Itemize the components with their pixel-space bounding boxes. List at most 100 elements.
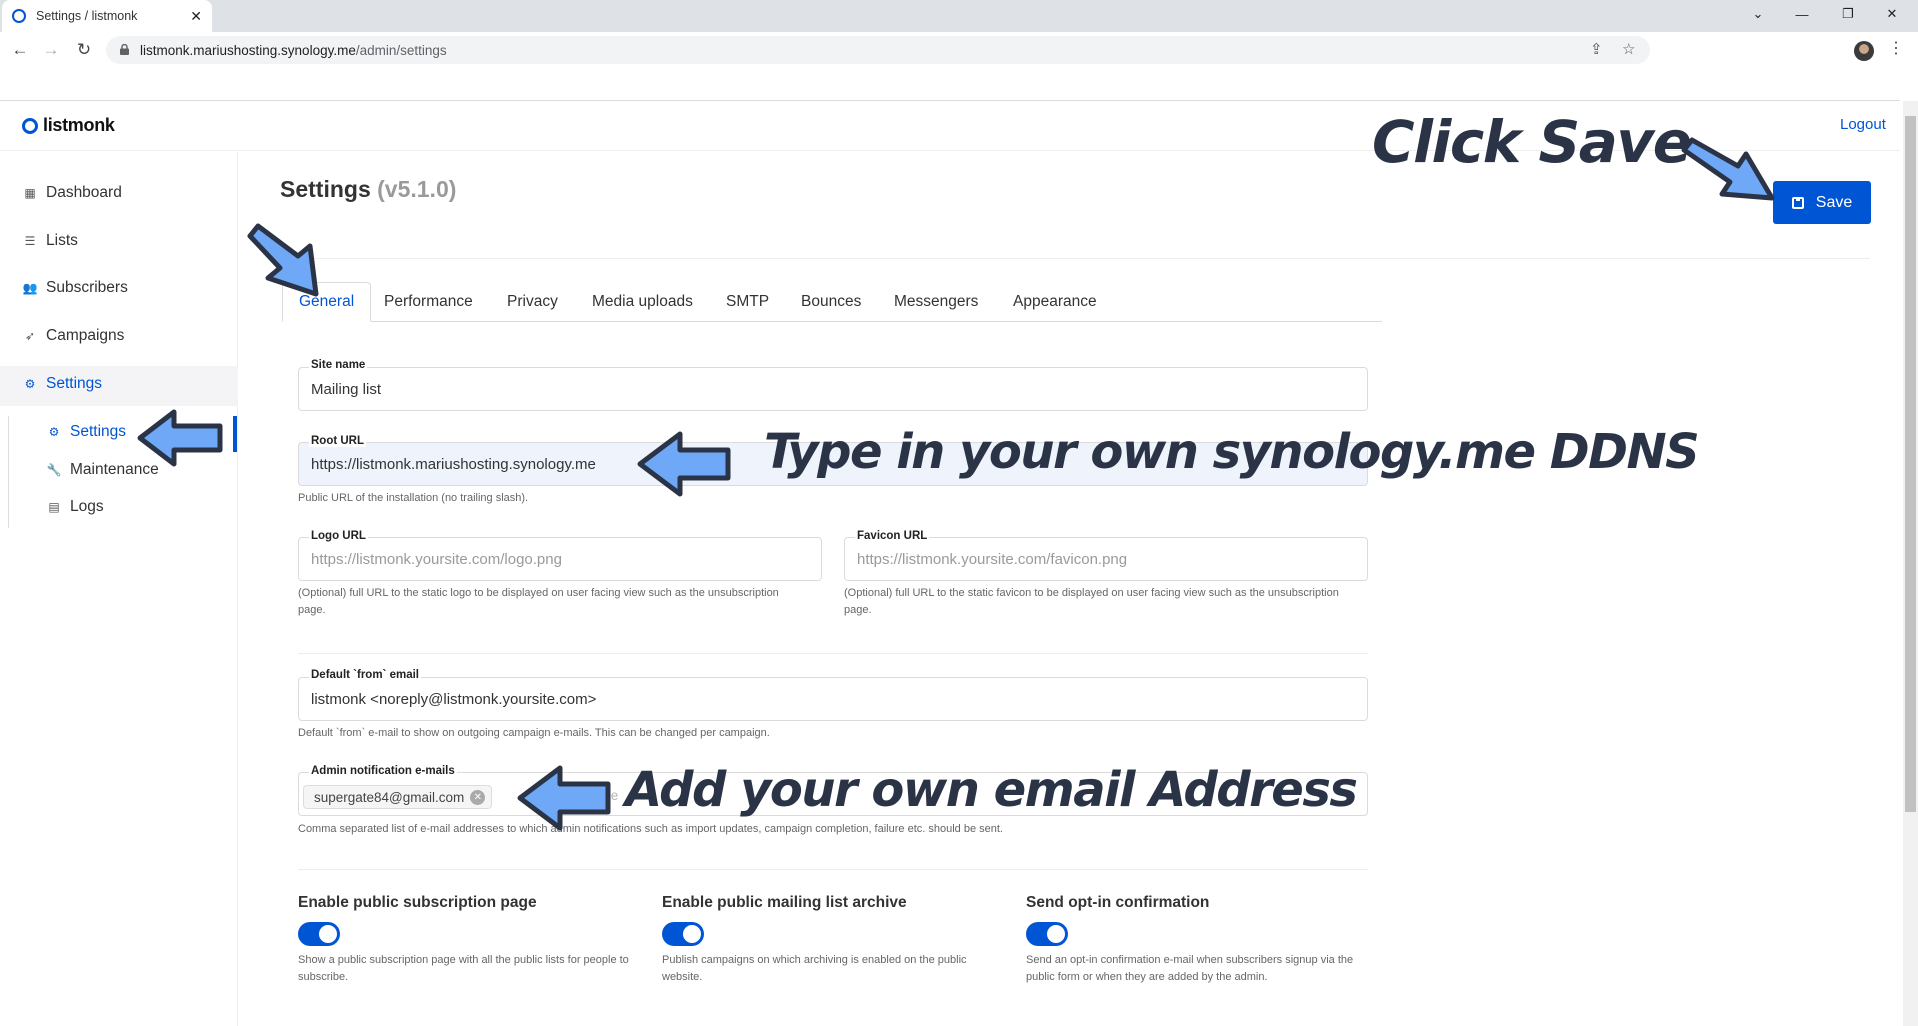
save-button[interactable]: Save	[1773, 181, 1871, 224]
section-divider	[298, 869, 1368, 870]
tab-performance[interactable]: Performance	[368, 282, 489, 322]
favicon-url-input[interactable]: https://listmonk.yoursite.com/favicon.pn…	[844, 537, 1368, 581]
scrollbar-thumb[interactable]	[1905, 116, 1916, 812]
tab-privacy[interactable]: Privacy	[491, 282, 574, 322]
browser-toolbar: ← → ↻ listmonk.mariushosting.synology.me…	[0, 32, 1918, 68]
email-tag-text: supergate84@gmail.com	[314, 789, 465, 805]
admin-emails-help: Comma separated list of e-mail addresses…	[298, 823, 1003, 835]
close-window-icon[interactable]: ✕	[1872, 0, 1912, 28]
browser-tab[interactable]: Settings / listmonk ✕	[2, 0, 212, 32]
sidebar-item-label: Campaigns	[46, 327, 125, 344]
minimize-icon[interactable]: —	[1782, 0, 1822, 28]
share-icon[interactable]: ⇪	[1590, 40, 1603, 58]
logs-icon: ▤	[48, 500, 60, 514]
header-divider	[280, 258, 1870, 259]
sidebar-subitem-settings[interactable]: ⚙ Settings	[46, 423, 126, 441]
section-divider	[298, 653, 1368, 654]
users-icon: 👥	[22, 281, 38, 295]
sidebar-subitem-logs[interactable]: ▤ Logs	[46, 498, 104, 516]
remove-tag-icon[interactable]: ✕	[470, 789, 486, 805]
logout-link[interactable]: Logout	[1840, 116, 1886, 133]
version-label: (v5.1.0)	[377, 176, 457, 202]
settings-tabs: General Performance Privacy Media upload…	[282, 282, 1382, 322]
tab-messengers[interactable]: Messengers	[878, 282, 994, 322]
chevron-down-icon[interactable]: ⌄	[1738, 0, 1778, 28]
logo-ring-icon	[22, 117, 38, 134]
from-email-help: Default `from` e-mail to show on outgoin…	[298, 727, 770, 739]
sidebar-item-label: Lists	[46, 232, 78, 249]
sidebar-item-dashboard[interactable]: ▦ Dashboard	[22, 184, 122, 202]
optin-confirmation-help: Send an opt-in confirmation e-mail when …	[1026, 954, 1354, 983]
save-button-label: Save	[1815, 193, 1853, 211]
email-tag: supergate84@gmail.com ✕	[303, 785, 493, 809]
wrench-icon: 🔧	[46, 463, 62, 477]
star-icon[interactable]: ☆	[1622, 40, 1635, 58]
reload-icon[interactable]: ↻	[72, 38, 96, 62]
public-archive-title: Enable public mailing list archive	[662, 894, 907, 911]
floppy-disk-icon	[1791, 196, 1804, 209]
root-url-help: Public URL of the installation (no trail…	[298, 492, 529, 504]
favicon-url-label: Favicon URL	[855, 530, 930, 542]
logo-url-input[interactable]: https://listmonk.yoursite.com/logo.png	[298, 537, 822, 581]
admin-emails-label: Admin notification e-mails	[309, 765, 457, 777]
root-url-label: Root URL	[309, 435, 367, 447]
sidebar-item-lists[interactable]: ☰ Lists	[22, 232, 78, 250]
browser-tabstrip: Settings / listmonk ✕ ⌄ — ❐ ✕	[0, 0, 1918, 32]
sidebar-item-campaigns[interactable]: ➶ Campaigns	[22, 327, 124, 345]
listmonk-favicon-icon	[12, 9, 26, 23]
sidebar-item-subscribers[interactable]: 👥 Subscribers	[22, 279, 128, 297]
from-email-input[interactable]: listmonk <noreply@listmonk.yoursite.com>	[298, 677, 1368, 721]
forward-icon[interactable]: →	[39, 38, 63, 62]
annotation-type-ddns: Type in your own synology.me DDNS	[764, 424, 1700, 480]
profile-avatar[interactable]	[1854, 41, 1874, 61]
restore-icon[interactable]: ❐	[1828, 0, 1868, 28]
url-path: /admin/settings	[355, 42, 447, 58]
dashboard-icon: ▦	[24, 186, 36, 200]
logo-url-help: (Optional) full URL to the static logo t…	[298, 587, 779, 616]
site-name-input[interactable]: Mailing list	[298, 367, 1368, 411]
annotation-click-save: Click Save	[1372, 108, 1692, 176]
address-bar[interactable]: listmonk.mariushosting.synology.me/admin…	[106, 36, 1650, 64]
public-subscription-toggle[interactable]	[298, 922, 340, 946]
sidebar-item-label: Settings	[46, 375, 103, 392]
sidebar-item-label: Subscribers	[46, 279, 128, 296]
optin-confirmation-title: Send opt-in confirmation	[1026, 894, 1210, 911]
page-title: Settings (v5.1.0)	[280, 176, 456, 203]
public-subscription-title: Enable public subscription page	[298, 894, 537, 911]
annotation-arrow-general-tab	[247, 223, 319, 297]
submenu-active-indicator	[233, 416, 237, 452]
annotation-arrow-settings-subitem	[137, 409, 223, 467]
logo-text: listmonk	[43, 115, 115, 135]
sidebar: ▦ Dashboard ☰ Lists 👥 Subscribers ➶ Camp…	[0, 152, 238, 1026]
gear-icon: ⚙	[48, 425, 60, 439]
listmonk-logo[interactable]: listmonk	[22, 115, 115, 136]
public-archive-help: Publish campaigns on which archiving is …	[662, 954, 967, 983]
list-icon: ☰	[24, 234, 36, 248]
back-icon[interactable]: ←	[8, 38, 32, 62]
tab-appearance[interactable]: Appearance	[997, 282, 1113, 322]
annotation-add-email: Add your own email Address	[625, 762, 1358, 818]
rocket-icon: ➶	[24, 329, 36, 343]
optin-confirmation-toggle[interactable]	[1026, 922, 1068, 946]
browser-tab-title: Settings / listmonk	[36, 9, 138, 23]
gear-icon: ⚙	[24, 377, 36, 391]
annotation-arrow-root-url	[637, 431, 731, 497]
from-email-label: Default `from` email	[309, 669, 421, 681]
url-host: listmonk.mariushosting.synology.me	[140, 42, 356, 58]
sidebar-item-settings[interactable]: ⚙ Settings	[22, 375, 102, 393]
tab-bounces[interactable]: Bounces	[785, 282, 877, 322]
lock-icon	[120, 44, 129, 55]
sidebar-subitem-label: Settings	[70, 423, 127, 440]
public-archive-toggle[interactable]	[662, 922, 704, 946]
tab-smtp[interactable]: SMTP	[710, 282, 785, 322]
page-title-text: Settings	[280, 176, 371, 202]
submenu-guide-line	[8, 416, 9, 528]
favicon-url-help: (Optional) full URL to the static favico…	[844, 587, 1339, 616]
kebab-menu-icon[interactable]: ⋮	[1888, 38, 1904, 58]
site-name-label: Site name	[309, 359, 368, 371]
tab-media-uploads[interactable]: Media uploads	[576, 282, 709, 322]
annotation-arrow-admin-email	[517, 765, 611, 831]
close-icon[interactable]: ✕	[190, 8, 202, 25]
logo-url-label: Logo URL	[309, 530, 368, 542]
sidebar-subitem-label: Logs	[70, 498, 104, 515]
